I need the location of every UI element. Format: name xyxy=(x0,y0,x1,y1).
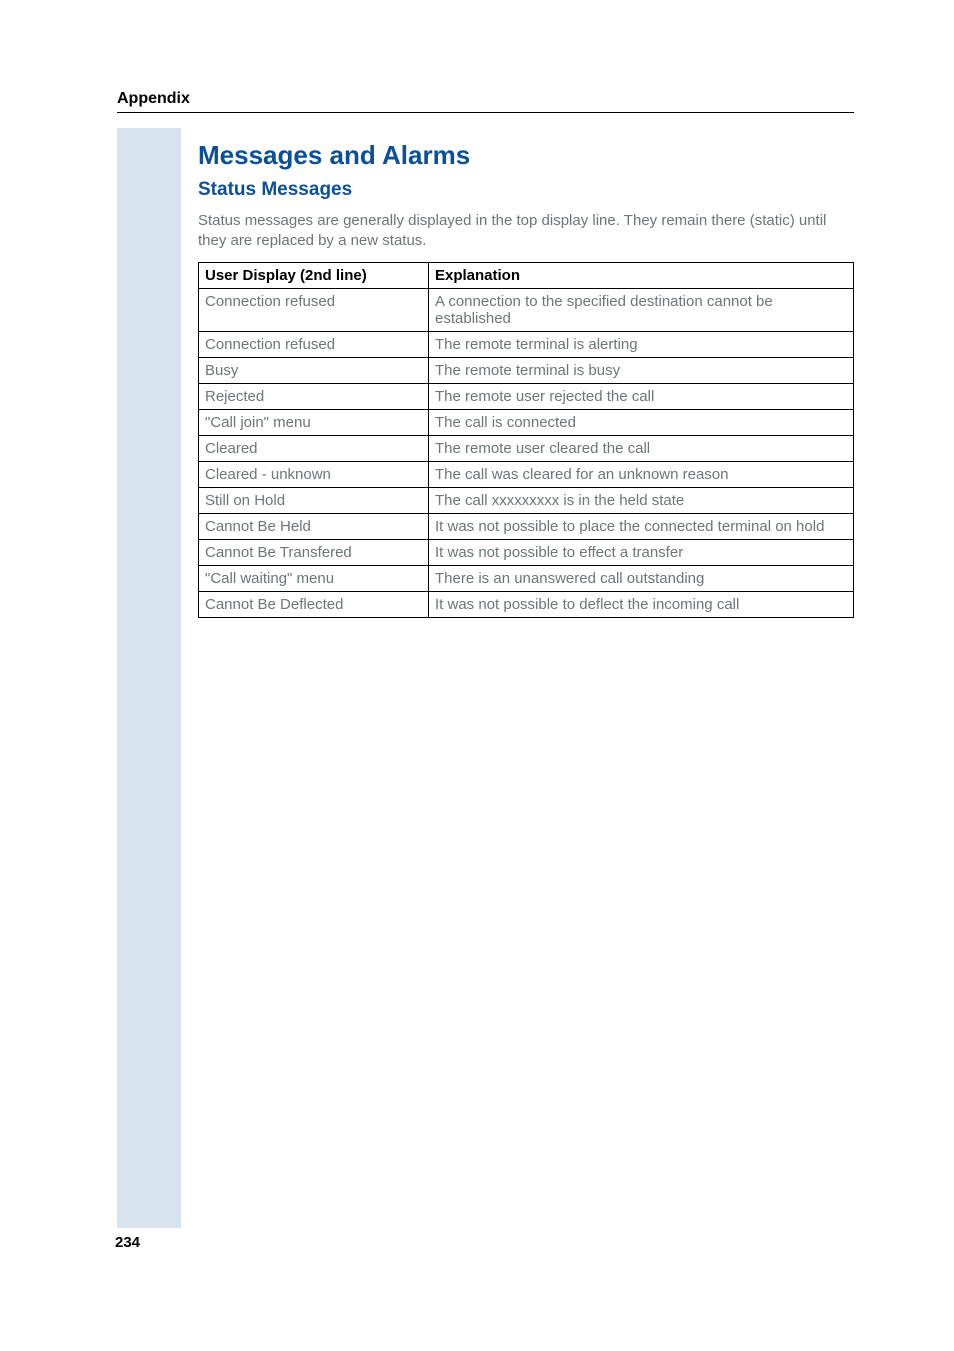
table-row: "Call join" menuThe call is connected xyxy=(199,409,854,435)
cell-explanation: The remote terminal is alerting xyxy=(429,331,854,357)
table-row: Still on HoldThe call xxxxxxxxx is in th… xyxy=(199,487,854,513)
cell-display: Connection refused xyxy=(199,331,429,357)
cell-explanation: The remote terminal is busy xyxy=(429,357,854,383)
section-header: Appendix xyxy=(117,90,190,108)
table-row: "Call waiting" menuThere is an unanswere… xyxy=(199,565,854,591)
cell-display: Cannot Be Held xyxy=(199,513,429,539)
cell-display: Busy xyxy=(199,357,429,383)
cell-explanation: It was not possible to effect a transfer xyxy=(429,539,854,565)
page-subtitle: Status Messages xyxy=(198,179,854,201)
cell-display: "Call join" menu xyxy=(199,409,429,435)
cell-explanation: The call xxxxxxxxx is in the held state xyxy=(429,487,854,513)
main-content: Messages and Alarms Status Messages Stat… xyxy=(198,140,854,618)
table-row: Cannot Be TransferedIt was not possible … xyxy=(199,539,854,565)
status-table: User Display (2nd line) Explanation Conn… xyxy=(198,262,854,618)
cell-display: Cleared - unknown xyxy=(199,461,429,487)
header-rule xyxy=(117,112,854,113)
cell-display: Cannot Be Deflected xyxy=(199,591,429,617)
table-row: Connection refusedThe remote terminal is… xyxy=(199,331,854,357)
cell-display: Still on Hold xyxy=(199,487,429,513)
table-header-col1: User Display (2nd line) xyxy=(199,262,429,288)
cell-display: Connection refused xyxy=(199,288,429,331)
cell-explanation: The remote user cleared the call xyxy=(429,435,854,461)
cell-explanation: There is an unanswered call outstanding xyxy=(429,565,854,591)
cell-explanation: It was not possible to place the connect… xyxy=(429,513,854,539)
cell-explanation: The call was cleared for an unknown reas… xyxy=(429,461,854,487)
cell-explanation: The remote user rejected the call xyxy=(429,383,854,409)
cell-explanation: A connection to the specified destinatio… xyxy=(429,288,854,331)
sidebar-strip xyxy=(117,128,181,1228)
cell-display: Cannot Be Transfered xyxy=(199,539,429,565)
table-row: Connection refusedA connection to the sp… xyxy=(199,288,854,331)
cell-explanation: The call is connected xyxy=(429,409,854,435)
intro-paragraph: Status messages are generally displayed … xyxy=(198,211,854,252)
page-title: Messages and Alarms xyxy=(198,140,854,171)
table-row: RejectedThe remote user rejected the cal… xyxy=(199,383,854,409)
cell-display: Cleared xyxy=(199,435,429,461)
page-number: 234 xyxy=(115,1234,140,1251)
table-row: Cleared - unknownThe call was cleared fo… xyxy=(199,461,854,487)
cell-explanation: It was not possible to deflect the incom… xyxy=(429,591,854,617)
table-header-col2: Explanation xyxy=(429,262,854,288)
table-row: Cannot Be DeflectedIt was not possible t… xyxy=(199,591,854,617)
table-row: Cannot Be HeldIt was not possible to pla… xyxy=(199,513,854,539)
cell-display: "Call waiting" menu xyxy=(199,565,429,591)
cell-display: Rejected xyxy=(199,383,429,409)
table-row: ClearedThe remote user cleared the call xyxy=(199,435,854,461)
table-row: BusyThe remote terminal is busy xyxy=(199,357,854,383)
